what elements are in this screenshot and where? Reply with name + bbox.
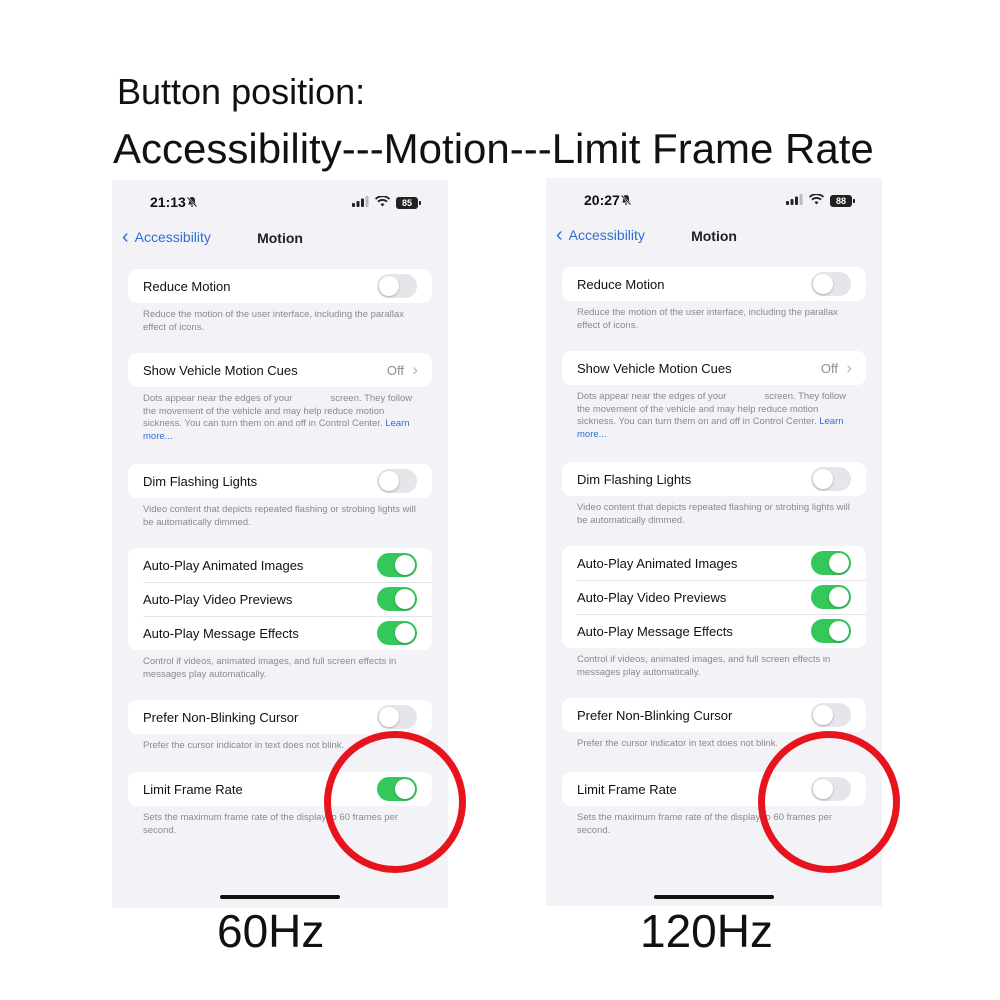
settings-group-autoplay: Auto-Play Animated Images Auto-Play Vide… bbox=[128, 548, 432, 650]
row-value: Off bbox=[820, 361, 838, 376]
status-time: 21:13 bbox=[150, 194, 186, 210]
row-label: Prefer Non-Blinking Cursor bbox=[577, 708, 733, 723]
heading-line-2: Accessibility---Motion---Limit Frame Rat… bbox=[113, 125, 874, 172]
row-autoplay-message[interactable]: Auto-Play Message Effects bbox=[562, 614, 866, 648]
cellular-signal-icon bbox=[352, 194, 369, 212]
highlight-circle bbox=[758, 731, 900, 873]
row-label: Reduce Motion bbox=[143, 279, 231, 294]
vehicle-note-part-1: Dots appear near the edges of your bbox=[577, 391, 727, 402]
non-blinking-cursor-toggle[interactable] bbox=[377, 705, 417, 729]
bell-slash-icon bbox=[620, 193, 632, 211]
dim-flashing-toggle[interactable] bbox=[377, 469, 417, 493]
page-title: Motion bbox=[257, 230, 303, 246]
row-label: Show Vehicle Motion Cues bbox=[577, 361, 732, 376]
row-label: Limit Frame Rate bbox=[577, 782, 677, 797]
row-autoplay-message[interactable]: Auto-Play Message Effects bbox=[128, 616, 432, 650]
chevron-right-icon: › bbox=[412, 360, 418, 379]
row-label: Reduce Motion bbox=[577, 277, 665, 292]
autoplay-images-toggle[interactable] bbox=[377, 553, 417, 577]
row-autoplay-images[interactable]: Auto-Play Animated Images bbox=[128, 548, 432, 582]
settings-group-dim-flashing: Dim Flashing Lights bbox=[562, 462, 866, 496]
settings-group-cursor: Prefer Non-Blinking Cursor bbox=[128, 700, 432, 734]
page-title: Motion bbox=[691, 228, 737, 244]
row-dim-flashing-lights[interactable]: Dim Flashing Lights bbox=[128, 464, 432, 498]
status-bar: 20:27 88 bbox=[546, 178, 882, 222]
cellular-signal-icon bbox=[786, 192, 803, 210]
battery-icon: 85 bbox=[396, 197, 421, 209]
nav-bar: ‹ Accessibility Motion bbox=[112, 226, 448, 252]
bell-slash-icon bbox=[186, 195, 198, 213]
autoplay-images-toggle[interactable] bbox=[811, 551, 851, 575]
status-bar: 21:13 85 bbox=[112, 180, 448, 224]
dim-flashing-note: Video content that depicts repeated flas… bbox=[143, 504, 416, 528]
reduce-motion-toggle[interactable] bbox=[377, 274, 417, 298]
settings-group-reduce-motion: Reduce Motion bbox=[562, 267, 866, 301]
row-label: Auto-Play Animated Images bbox=[143, 558, 304, 573]
reduce-motion-note: Reduce the motion of the user interface,… bbox=[577, 307, 838, 331]
row-autoplay-video[interactable]: Auto-Play Video Previews bbox=[562, 580, 866, 614]
caption-120hz: 120Hz bbox=[640, 905, 773, 957]
row-autoplay-video[interactable]: Auto-Play Video Previews bbox=[128, 582, 432, 616]
row-reduce-motion[interactable]: Reduce Motion bbox=[562, 267, 866, 301]
settings-group-reduce-motion: Reduce Motion bbox=[128, 269, 432, 303]
row-label: Auto-Play Video Previews bbox=[143, 592, 293, 607]
settings-group-autoplay: Auto-Play Animated Images Auto-Play Vide… bbox=[562, 546, 866, 648]
home-indicator bbox=[654, 895, 774, 899]
autoplay-message-toggle[interactable] bbox=[377, 621, 417, 645]
wifi-icon bbox=[809, 192, 824, 210]
row-label: Dim Flashing Lights bbox=[143, 474, 258, 489]
autoplay-video-toggle[interactable] bbox=[811, 585, 851, 609]
autoplay-note: Control if videos, animated images, and … bbox=[577, 654, 831, 678]
nav-bar: ‹ Accessibility Motion bbox=[546, 224, 882, 250]
settings-group-vehicle: Show Vehicle Motion Cues Off › bbox=[562, 351, 866, 385]
autoplay-video-toggle[interactable] bbox=[377, 587, 417, 611]
row-label: Auto-Play Animated Images bbox=[577, 556, 738, 571]
vehicle-note-part-1: Dots appear near the edges of your bbox=[143, 393, 293, 404]
caption-60hz: 60Hz bbox=[217, 905, 325, 957]
settings-group-cursor: Prefer Non-Blinking Cursor bbox=[562, 698, 866, 732]
heading-line-1: Button position: bbox=[117, 71, 366, 112]
row-autoplay-images[interactable]: Auto-Play Animated Images bbox=[562, 546, 866, 580]
row-label: Limit Frame Rate bbox=[143, 782, 243, 797]
row-vehicle-motion-cues[interactable]: Show Vehicle Motion Cues Off › bbox=[128, 353, 432, 387]
dim-flashing-toggle[interactable] bbox=[811, 467, 851, 491]
reduce-motion-toggle[interactable] bbox=[811, 272, 851, 296]
vehicle-note: Dots appear near the edges of your screen… bbox=[577, 391, 857, 441]
autoplay-message-toggle[interactable] bbox=[811, 619, 851, 643]
reduce-motion-note: Reduce the motion of the user interface,… bbox=[143, 309, 404, 333]
row-value: Off bbox=[386, 363, 404, 378]
non-blinking-cursor-toggle[interactable] bbox=[811, 703, 851, 727]
home-indicator bbox=[220, 895, 340, 899]
highlight-circle bbox=[324, 731, 466, 873]
row-label: Prefer Non-Blinking Cursor bbox=[143, 710, 299, 725]
battery-icon: 88 bbox=[830, 195, 855, 207]
autoplay-note: Control if videos, animated images, and … bbox=[143, 656, 397, 680]
row-label: Auto-Play Message Effects bbox=[143, 626, 299, 641]
row-label: Dim Flashing Lights bbox=[577, 472, 692, 487]
vehicle-note: Dots appear near the edges of your screen… bbox=[143, 393, 423, 443]
wifi-icon bbox=[375, 194, 390, 212]
status-time: 20:27 bbox=[584, 192, 620, 208]
row-label: Show Vehicle Motion Cues bbox=[143, 363, 298, 378]
row-label: Auto-Play Video Previews bbox=[577, 590, 727, 605]
row-vehicle-motion-cues[interactable]: Show Vehicle Motion Cues Off › bbox=[562, 351, 866, 385]
row-non-blinking-cursor[interactable]: Prefer Non-Blinking Cursor bbox=[562, 698, 866, 732]
row-dim-flashing-lights[interactable]: Dim Flashing Lights bbox=[562, 462, 866, 496]
row-reduce-motion[interactable]: Reduce Motion bbox=[128, 269, 432, 303]
row-label: Auto-Play Message Effects bbox=[577, 624, 733, 639]
chevron-right-icon: › bbox=[846, 358, 852, 377]
settings-group-dim-flashing: Dim Flashing Lights bbox=[128, 464, 432, 498]
dim-flashing-note: Video content that depicts repeated flas… bbox=[577, 502, 850, 526]
row-non-blinking-cursor[interactable]: Prefer Non-Blinking Cursor bbox=[128, 700, 432, 734]
settings-group-vehicle: Show Vehicle Motion Cues Off › bbox=[128, 353, 432, 387]
